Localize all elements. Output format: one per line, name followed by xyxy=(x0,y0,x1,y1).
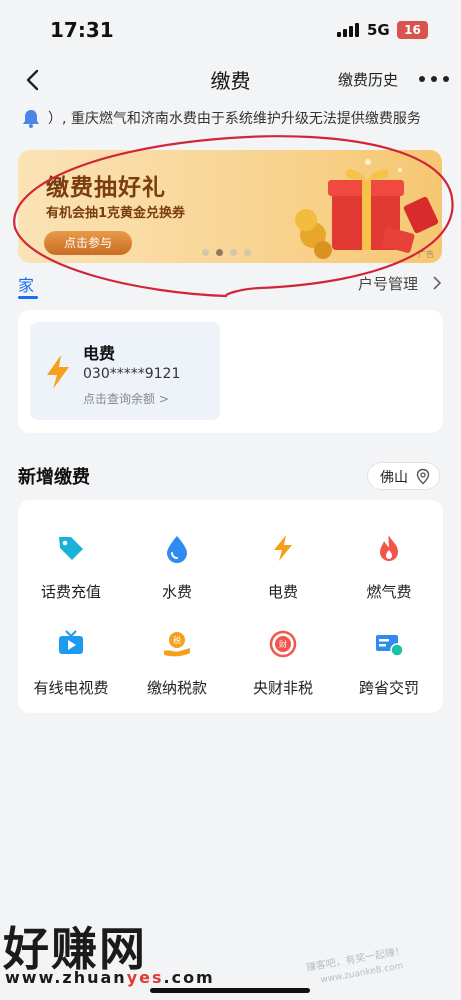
signal-strength-icon xyxy=(337,23,361,37)
svg-text:财: 财 xyxy=(279,639,287,649)
carousel-indicator xyxy=(202,249,262,257)
service-cable-tv[interactable]: 有线电视费 xyxy=(18,606,124,697)
water-drop-icon xyxy=(167,536,187,563)
battery-icon: 16 xyxy=(397,21,428,39)
svg-text:税: 税 xyxy=(173,635,181,645)
network-type: 5G xyxy=(367,21,390,39)
banner-title: 缴费抽好礼 xyxy=(46,175,166,201)
query-balance-link[interactable]: 点击查询余额 > xyxy=(83,390,169,407)
service-electricity[interactable]: 电费 xyxy=(230,510,336,601)
location-pin-icon xyxy=(416,468,430,485)
tab-home[interactable]: 家 xyxy=(18,272,34,296)
service-label: 电费 xyxy=(267,583,298,601)
join-button[interactable]: 点击参与 xyxy=(44,231,132,255)
tv-icon xyxy=(59,630,83,654)
gift-box-illustration xyxy=(295,159,439,259)
home-indicator xyxy=(150,988,310,993)
services-grid: 话费充值 水费 电费 燃气费 有线电视费 税 缴纳税款 财 央财非税 跨省交罚 xyxy=(18,500,443,713)
service-water[interactable]: 水费 xyxy=(124,510,230,601)
watermark: 好赚网 www.zhuanyes.com 赚客吧，有奖一起赚！ www.zuan… xyxy=(0,905,461,1000)
account-card: 电费 030*****9121 点击查询余额 > xyxy=(18,310,443,433)
section-title: 新增缴费 xyxy=(18,467,90,488)
service-label: 有线电视费 xyxy=(33,679,109,697)
chevron-right-icon xyxy=(433,276,442,290)
lightning-icon xyxy=(47,355,69,389)
watermark-domain: www.zhuanyes.com xyxy=(5,968,215,987)
bell-icon xyxy=(23,110,39,128)
service-label: 话费充值 xyxy=(40,583,101,601)
more-icon[interactable] xyxy=(419,76,449,82)
status-bar: 17:31 5G 16 xyxy=(0,0,461,60)
payment-page: 17:31 5G 16 缴费 缴费历史 ）, 重庆燃气和济南水费由于系统维护升级… xyxy=(0,0,461,1000)
account-management-link[interactable]: 户号管理 xyxy=(358,273,418,294)
payment-history-link[interactable]: 缴费历史 xyxy=(338,69,398,90)
tag-icon xyxy=(59,537,83,560)
tax-hand-icon: 税 xyxy=(164,632,190,657)
tab-indicator xyxy=(18,296,38,299)
promo-banner[interactable]: 缴费抽好礼 有机会抽1克黄金兑换券 点击参与 广告 xyxy=(18,150,442,263)
flame-icon xyxy=(380,535,398,561)
fine-card-icon xyxy=(376,635,404,657)
status-time: 17:31 xyxy=(50,18,114,42)
notice-text: ）, 重庆燃气和济南水费由于系统维护升级无法提供缴费服务 xyxy=(48,111,421,127)
electricity-bill-card[interactable]: 电费 030*****9121 点击查询余额 > xyxy=(30,322,220,420)
service-label: 水费 xyxy=(161,583,192,601)
service-phone-recharge[interactable]: 话费充值 xyxy=(18,510,124,601)
finance-coin-icon: 财 xyxy=(269,630,297,658)
carousel-dot xyxy=(216,249,223,256)
service-central-finance[interactable]: 财 央财非税 xyxy=(230,606,336,697)
banner-subtitle: 有机会抽1克黄金兑换券 xyxy=(46,206,186,221)
service-label: 燃气费 xyxy=(366,583,412,601)
bill-name: 电费 xyxy=(83,344,116,363)
carousel-dot xyxy=(244,249,251,256)
lightning-icon xyxy=(274,535,292,561)
nav-bar: 缴费 缴费历史 xyxy=(0,60,461,102)
account-number: 030*****9121 xyxy=(83,366,181,382)
carousel-dot xyxy=(202,249,209,256)
service-gas[interactable]: 燃气费 xyxy=(336,510,442,601)
service-label: 央财非税 xyxy=(252,679,313,697)
household-row: 家 户号管理 xyxy=(0,270,461,302)
watermark-stamp-logo: 赚客吧，有奖一起赚！ www.zuanke8.com xyxy=(305,944,406,983)
city-name: 佛山 xyxy=(380,470,408,486)
notice-bar[interactable]: ）, 重庆燃气和济南水费由于系统维护升级无法提供缴费服务 xyxy=(0,104,461,132)
carousel-dot xyxy=(230,249,237,256)
ad-tag: 广告 xyxy=(418,250,434,259)
city-selector[interactable]: 佛山 xyxy=(367,462,440,490)
service-cross-province-fine[interactable]: 跨省交罚 xyxy=(336,606,442,697)
service-label: 跨省交罚 xyxy=(358,679,419,697)
service-label: 缴纳税款 xyxy=(146,679,207,697)
service-tax[interactable]: 税 缴纳税款 xyxy=(124,606,230,697)
